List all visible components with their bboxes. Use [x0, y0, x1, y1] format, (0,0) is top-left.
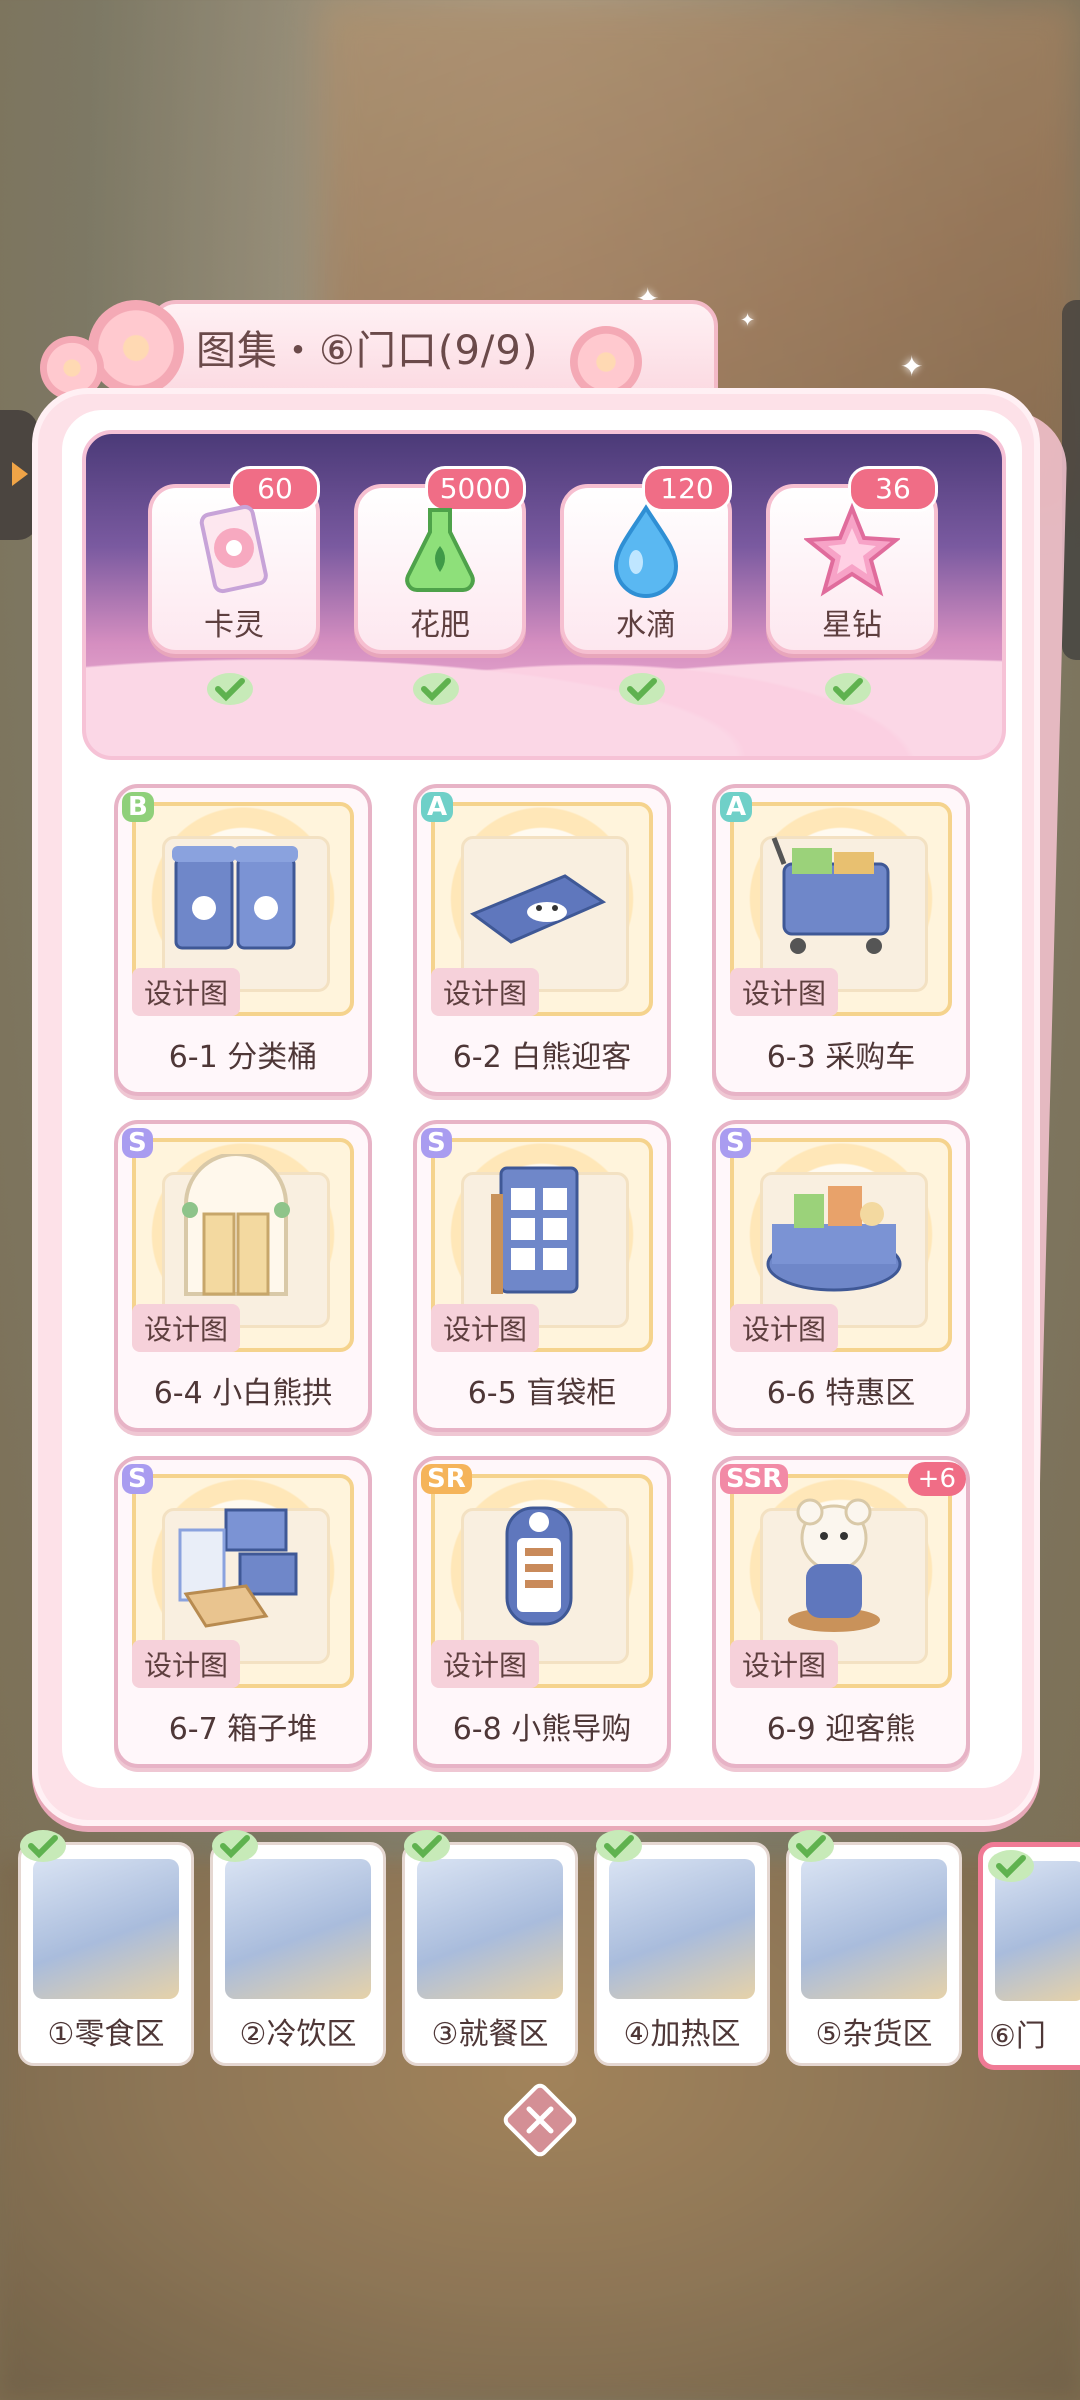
arch-door-icon [182, 1154, 290, 1296]
check-icon [207, 673, 253, 705]
design-tag: 设计图 [730, 1640, 839, 1688]
reward-label: 星钻 [822, 608, 882, 643]
rarity-badge: SSR [720, 1464, 789, 1494]
check-icon [20, 1830, 66, 1862]
area-tab-snack[interactable]: ①零食区 [18, 1830, 194, 2066]
reward-label: 水滴 [616, 608, 676, 643]
area-thumbnail [33, 1859, 179, 1999]
rarity-badge: S [720, 1128, 751, 1158]
area-thumbnail [609, 1859, 755, 1999]
item-label: 6-4 小白熊拱 [153, 1376, 333, 1411]
box-pile-icon [178, 1508, 298, 1628]
area-label: ④加热区 [623, 2017, 741, 2052]
extra-count-badge: +6 [907, 1462, 966, 1496]
area-label: ③就餐区 [431, 2017, 549, 2052]
reward-card[interactable]: 36 星钻 [766, 466, 938, 654]
area-label: ②冷饮区 [239, 2017, 357, 2052]
rarity-badge: B [122, 792, 154, 822]
area-label: ⑤杂货区 [815, 2017, 933, 2052]
rarity-badge: S [122, 1464, 153, 1494]
item-card[interactable]: S 设计图 6-4 小白熊拱 [114, 1120, 372, 1432]
card-icon [199, 504, 268, 594]
design-tag: 设计图 [132, 1640, 241, 1688]
area-tab-cold-drinks[interactable]: ②冷饮区 [210, 1830, 386, 2066]
area-thumbnail [417, 1859, 563, 1999]
check-icon [212, 1830, 258, 1862]
item-label: 6-6 特惠区 [766, 1376, 916, 1411]
shopping-cart-icon [771, 837, 890, 954]
reward-label: 花肥 [410, 608, 470, 643]
check-icon [988, 1850, 1034, 1882]
sparkle-icon: ✦ [740, 310, 756, 331]
item-label: 6-5 盲袋柜 [467, 1376, 617, 1411]
rarity-badge: A [720, 792, 753, 822]
item-card[interactable]: A 设计图 6-2 白熊迎客 [413, 784, 671, 1096]
trash-bins-icon [172, 846, 298, 950]
welcome-mat-icon [469, 874, 607, 944]
check-icon [404, 1830, 450, 1862]
sparkle-icon: ✦ [900, 350, 924, 383]
design-tag: 设计图 [132, 968, 241, 1016]
item-card[interactable]: A 设计图 6-3 采购车 [712, 784, 970, 1096]
design-tag: 设计图 [730, 1304, 839, 1352]
sale-display-icon [766, 1186, 902, 1292]
item-label: 6-7 箱子堆 [168, 1712, 318, 1747]
check-icon [619, 673, 665, 705]
item-card[interactable]: S 设计图 6-5 盲袋柜 [413, 1120, 671, 1432]
design-tag: 设计图 [132, 1304, 241, 1352]
rarity-badge: SR [421, 1464, 472, 1494]
item-card[interactable]: S 设计图 6-6 特惠区 [712, 1120, 970, 1432]
item-label: 6-3 采购车 [766, 1040, 916, 1075]
area-tab-heating[interactable]: ④加热区 [594, 1830, 770, 2066]
area-thumbnail [801, 1859, 947, 1999]
check-icon [413, 673, 459, 705]
page-title: 图集・⑥门口(9/9) [196, 328, 539, 374]
area-label: ⑥门 [989, 2019, 1046, 2054]
fertilizer-flask-icon [405, 508, 475, 592]
item-label: 6-2 白熊迎客 [452, 1040, 632, 1075]
design-tag: 设计图 [431, 968, 540, 1016]
reward-label: 卡灵 [204, 608, 264, 643]
design-tag: 设计图 [730, 968, 839, 1016]
item-label: 6-1 分类桶 [168, 1040, 318, 1075]
flower-decoration-icon [88, 300, 184, 396]
check-icon [788, 1830, 834, 1862]
check-icon [596, 1830, 642, 1862]
blind-bag-cabinet-icon [491, 1166, 579, 1294]
reward-card[interactable]: 120 水滴 [560, 466, 732, 654]
area-thumbnail [225, 1859, 371, 1999]
area-tab-grocery[interactable]: ⑤杂货区 [786, 1830, 962, 2066]
reward-card[interactable]: 60 卡灵 [148, 466, 320, 654]
design-tag: 设计图 [431, 1640, 540, 1688]
rarity-badge: S [421, 1128, 452, 1158]
item-card[interactable]: SR 设计图 6-8 小熊导购 [413, 1456, 671, 1768]
reward-card[interactable]: 5000 花肥 [354, 466, 526, 654]
item-card[interactable]: SSR +6 设计图 6-9 迎客熊 [712, 1456, 970, 1768]
area-label: ①零食区 [47, 2017, 165, 2052]
star-diamond-icon [804, 502, 900, 597]
rarity-badge: A [421, 792, 454, 822]
design-tag: 设计图 [431, 1304, 540, 1352]
check-icon [825, 673, 871, 705]
area-tab-dining[interactable]: ③就餐区 [402, 1830, 578, 2066]
close-icon[interactable] [500, 2080, 580, 2160]
item-label: 6-8 小熊导购 [452, 1712, 632, 1747]
item-label: 6-9 迎客熊 [766, 1712, 916, 1747]
bear-guide-board-icon [505, 1506, 573, 1626]
area-tab-entrance[interactable]: ⑥门 [978, 1842, 1080, 2070]
item-card[interactable]: B 设计图 6-1 分类桶 [114, 784, 372, 1096]
water-drop-icon [613, 504, 679, 598]
item-card[interactable]: S 设计图 6-7 箱子堆 [114, 1456, 372, 1768]
welcome-bear-icon [788, 1498, 880, 1632]
rarity-badge: S [122, 1128, 153, 1158]
